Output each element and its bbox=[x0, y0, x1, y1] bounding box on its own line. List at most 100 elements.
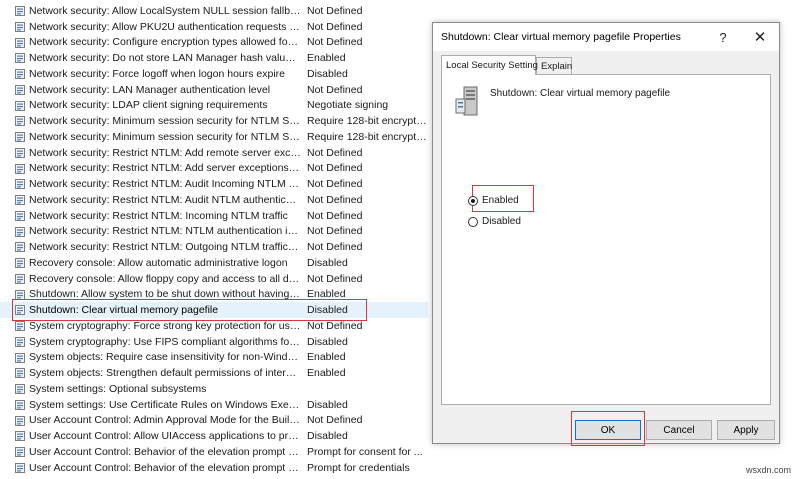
dialog-title-bar[interactable]: Shutdown: Clear virtual memory pagefile … bbox=[433, 23, 779, 51]
radio-button-checked[interactable] bbox=[468, 195, 478, 206]
policy-name: User Account Control: Admin Approval Mod… bbox=[29, 414, 301, 427]
policy-setting-icon bbox=[15, 226, 25, 237]
policy-row[interactable]: Shutdown: Allow system to be shut down w… bbox=[0, 287, 428, 303]
policy-security-setting: Not Defined bbox=[307, 209, 363, 222]
policy-setting-icon bbox=[15, 210, 25, 221]
policy-setting-icon bbox=[15, 242, 25, 253]
policy-row[interactable]: Network security: Minimum session securi… bbox=[0, 129, 428, 145]
policy-name: Network security: Restrict NTLM: Add ser… bbox=[29, 162, 301, 175]
policy-name: Network security: LDAP client signing re… bbox=[29, 99, 268, 112]
policy-setting-icon bbox=[15, 132, 25, 142]
policy-row[interactable]: Network security: Configure encryption t… bbox=[0, 35, 428, 51]
policy-row[interactable]: Recovery console: Allow automatic admini… bbox=[0, 255, 428, 271]
policy-setting-icon bbox=[15, 21, 25, 32]
policy-setting-icon bbox=[15, 431, 25, 442]
policy-row[interactable]: Network security: Restrict NTLM: Incomin… bbox=[0, 208, 428, 224]
policy-security-setting: Not Defined bbox=[307, 414, 363, 427]
policy-name: Network security: Allow LocalSystem NULL… bbox=[29, 4, 301, 17]
policy-row[interactable]: Network security: Force logoff when logo… bbox=[0, 66, 428, 82]
policy-security-setting: Not Defined bbox=[307, 4, 363, 17]
panel-policy-name: Shutdown: Clear virtual memory pagefile bbox=[490, 88, 671, 99]
policy-name: Network security: Restrict NTLM: Audit N… bbox=[29, 193, 301, 206]
policy-name: Network security: Restrict NTLM: Outgoin… bbox=[29, 241, 301, 254]
tab-explain[interactable]: Explain bbox=[536, 57, 572, 74]
policy-name: Network security: LAN Manager authentica… bbox=[29, 83, 271, 96]
policy-row[interactable]: System settings: Use Certificate Rules o… bbox=[0, 397, 428, 413]
policy-setting-icon bbox=[15, 195, 25, 205]
close-button[interactable]: ✕ bbox=[745, 23, 775, 51]
policy-setting-icon bbox=[15, 84, 25, 95]
policy-row[interactable]: Network security: Restrict NTLM: Audit I… bbox=[0, 176, 428, 192]
policy-setting-icon bbox=[15, 336, 25, 347]
policy-security-setting: Disabled bbox=[307, 67, 348, 80]
policy-security-setting: Not Defined bbox=[307, 146, 363, 159]
policy-row[interactable]: System objects: Require case insensitivi… bbox=[0, 350, 428, 366]
policy-security-setting: Not Defined bbox=[307, 225, 363, 238]
policy-name: System cryptography: Use FIPS compliant … bbox=[29, 335, 301, 348]
policy-security-setting: Require 128-bit encrypti... bbox=[307, 130, 427, 143]
policy-row-selected[interactable]: Shutdown: Clear virtual memory pagefile D… bbox=[0, 302, 428, 318]
policy-row[interactable]: User Account Control: Behavior of the el… bbox=[0, 444, 428, 460]
policy-setting-icon bbox=[15, 289, 25, 300]
policy-row[interactable]: Network security: Restrict NTLM: NTLM au… bbox=[0, 224, 428, 240]
policy-row[interactable]: System objects: Strengthen default permi… bbox=[0, 365, 428, 381]
enabled-radio[interactable]: Enabled bbox=[468, 195, 519, 206]
policy-security-setting: Require 128-bit encrypti... bbox=[307, 115, 427, 128]
tab-local-security-setting[interactable]: Local Security Setting bbox=[441, 55, 538, 75]
policy-row[interactable]: System cryptography: Use FIPS compliant … bbox=[0, 334, 428, 350]
policy-setting-icon bbox=[15, 352, 25, 363]
policy-row[interactable]: Recovery console: Allow floppy copy and … bbox=[0, 271, 428, 287]
policy-name: Network security: Restrict NTLM: Add rem… bbox=[29, 146, 301, 159]
disabled-radio[interactable]: Disabled bbox=[468, 216, 521, 227]
policy-row[interactable]: Network security: Do not store LAN Manag… bbox=[0, 50, 428, 66]
policy-setting-icon bbox=[15, 305, 25, 316]
policy-row[interactable]: Network security: Minimum session securi… bbox=[0, 113, 428, 129]
policy-security-setting: Prompt for consent for ... bbox=[307, 445, 423, 458]
policy-name: Recovery console: Allow automatic admini… bbox=[29, 256, 288, 269]
policy-name: Recovery console: Allow floppy copy and … bbox=[29, 272, 301, 285]
policy-security-setting: Enabled bbox=[307, 52, 346, 65]
policy-row[interactable]: System settings: Optional subsystems bbox=[0, 381, 428, 397]
policy-setting-icon bbox=[15, 6, 25, 16]
policy-setting-icon bbox=[15, 321, 25, 331]
policy-name: User Account Control: Allow UIAccess app… bbox=[29, 430, 301, 443]
policy-setting-icon bbox=[15, 384, 25, 394]
policy-row[interactable]: Network security: Restrict NTLM: Add ser… bbox=[0, 161, 428, 177]
policy-security-setting: Prompt for credentials bbox=[307, 461, 410, 474]
policy-row[interactable]: Network security: Restrict NTLM: Audit N… bbox=[0, 192, 428, 208]
policy-name: System cryptography: Force strong key pr… bbox=[29, 319, 301, 332]
policy-row[interactable]: User Account Control: Admin Approval Mod… bbox=[0, 413, 428, 429]
policy-name: System settings: Use Certificate Rules o… bbox=[29, 398, 301, 411]
radio-button-unchecked[interactable] bbox=[468, 216, 478, 227]
policy-security-setting: Negotiate signing bbox=[307, 99, 389, 112]
policy-row[interactable]: Network security: Allow PKU2U authentica… bbox=[0, 19, 428, 35]
policy-row[interactable]: Network security: Allow LocalSystem NULL… bbox=[0, 3, 428, 19]
policy-setting-icon bbox=[15, 100, 25, 111]
policy-setting-icon bbox=[15, 116, 25, 127]
policy-setting-icon bbox=[15, 258, 25, 268]
policy-list[interactable]: Network security: Allow LocalSystem NULL… bbox=[0, 0, 430, 479]
policy-security-setting: Enabled bbox=[307, 288, 346, 301]
cancel-button[interactable]: Cancel bbox=[646, 420, 712, 440]
policy-row[interactable]: Network security: Restrict NTLM: Outgoin… bbox=[0, 239, 428, 255]
ok-button[interactable]: OK bbox=[575, 420, 641, 440]
policy-security-setting: Not Defined bbox=[307, 83, 363, 96]
watermark: wsxdn.com bbox=[746, 465, 792, 475]
policy-setting-icon bbox=[15, 273, 25, 284]
policy-security-setting: Not Defined bbox=[307, 20, 363, 33]
policy-row[interactable]: User Account Control: Allow UIAccess app… bbox=[0, 428, 428, 444]
policy-row[interactable]: System cryptography: Force strong key pr… bbox=[0, 318, 428, 334]
policy-row[interactable]: Network security: LDAP client signing re… bbox=[0, 98, 428, 114]
policy-row[interactable]: User Account Control: Behavior of the el… bbox=[0, 460, 428, 476]
policy-setting-icon bbox=[15, 368, 25, 379]
apply-button[interactable]: Apply bbox=[717, 420, 775, 440]
policy-name: Network security: Allow PKU2U authentica… bbox=[29, 20, 301, 33]
server-policy-icon bbox=[455, 86, 478, 116]
policy-security-setting: Disabled bbox=[307, 335, 348, 348]
policy-security-setting: Not Defined bbox=[307, 319, 363, 332]
policy-name: User Account Control: Behavior of the el… bbox=[29, 445, 301, 458]
policy-row[interactable]: Network security: LAN Manager authentica… bbox=[0, 82, 428, 98]
policy-row[interactable]: Network security: Restrict NTLM: Add rem… bbox=[0, 145, 428, 161]
help-button[interactable]: ? bbox=[708, 23, 738, 51]
policy-name: Network security: Restrict NTLM: NTLM au… bbox=[29, 225, 301, 238]
